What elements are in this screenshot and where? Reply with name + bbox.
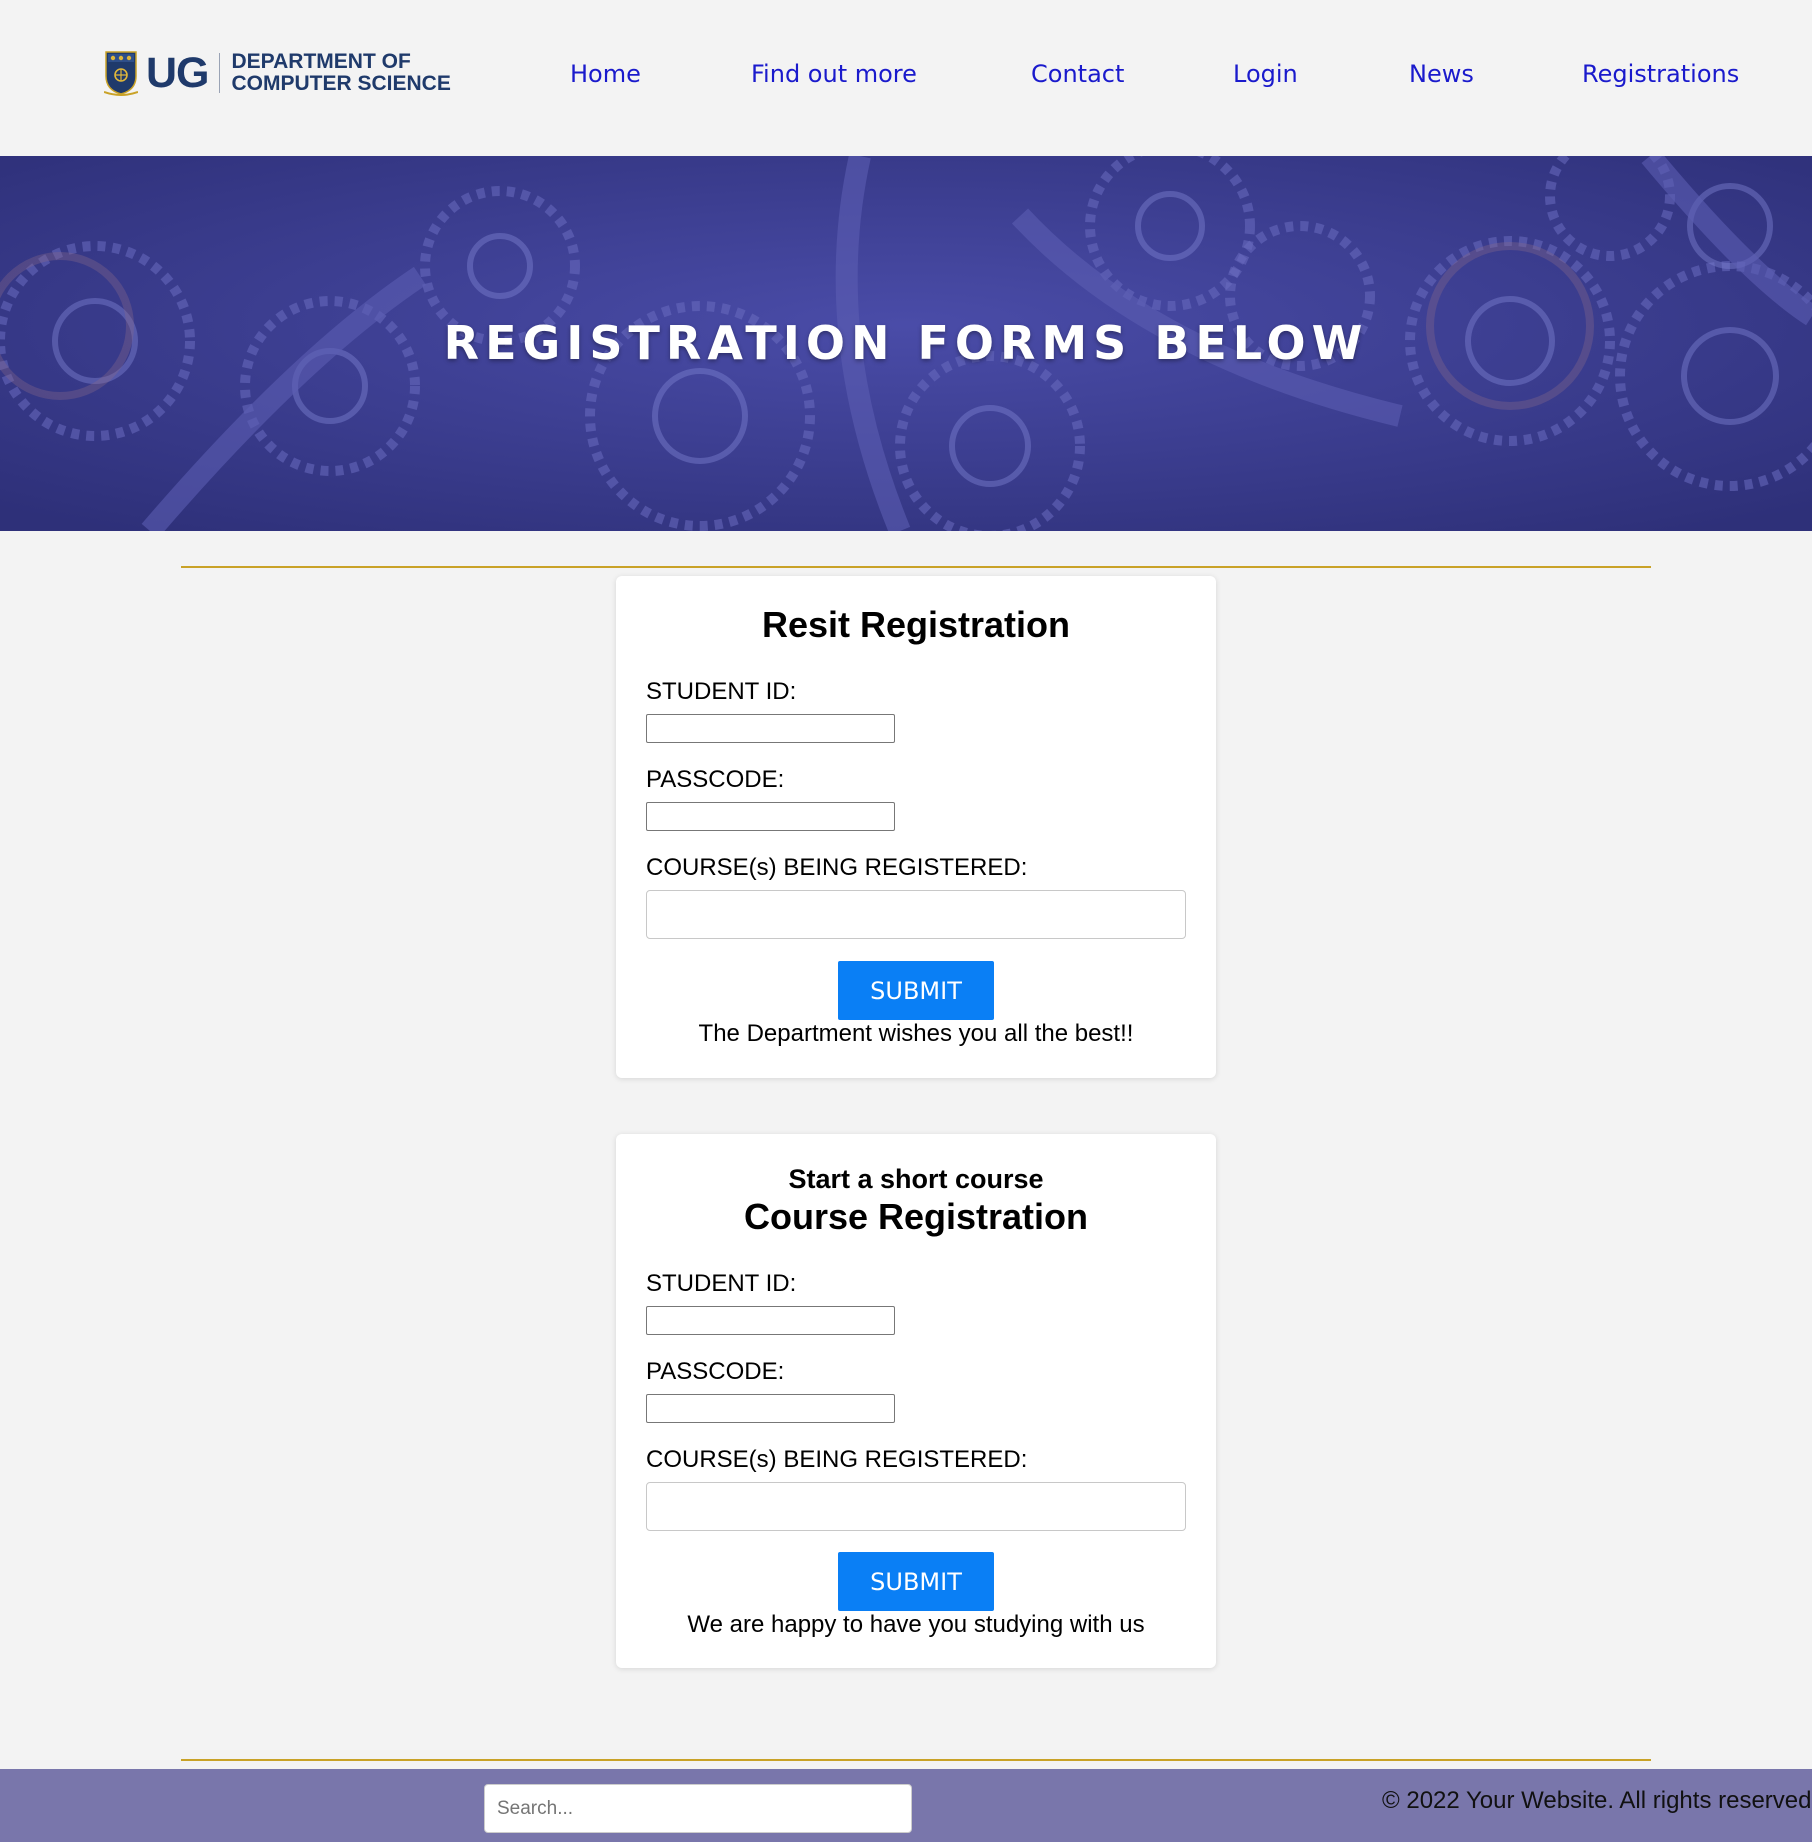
- resit-form-note: The Department wishes you all the best!!: [698, 1020, 1134, 1047]
- logo-line-1: DEPARTMENT OF: [231, 50, 411, 73]
- course-form-title: Course Registration: [743, 1196, 1089, 1237]
- site-header: UG DEPARTMENT OF COMPUTER SCIENCE Home F…: [0, 0, 1812, 156]
- logo-line-2: COMPUTER SCIENCE: [231, 72, 451, 95]
- course-student-id-input[interactable]: [646, 1306, 895, 1335]
- resit-registration-form: Resit Registration STUDENT ID: PASSCODE:…: [616, 576, 1216, 1078]
- hero-title: REGISTRATION FORMS BELOW: [443, 316, 1369, 370]
- resit-courses-label: COURSE(s) BEING REGISTERED:: [646, 854, 1028, 881]
- course-form-note: We are happy to have you studying with u…: [687, 1611, 1145, 1638]
- nav-news[interactable]: News: [1409, 60, 1474, 88]
- nav-find-out-more[interactable]: Find out more: [751, 60, 917, 88]
- resit-student-id-label: STUDENT ID:: [646, 678, 797, 705]
- logo-text: DEPARTMENT OF COMPUTER SCIENCE: [232, 51, 451, 95]
- footer-search-input[interactable]: [484, 1784, 912, 1833]
- logo-mark: UG: [146, 48, 209, 97]
- course-student-id-label: STUDENT ID:: [646, 1270, 797, 1297]
- hero-banner: REGISTRATION FORMS BELOW: [0, 156, 1812, 531]
- resit-form-title: Resit Registration: [761, 604, 1071, 645]
- nav-login[interactable]: Login: [1233, 60, 1298, 88]
- course-form-subtitle: Start a short course: [788, 1164, 1044, 1194]
- course-registration-form: Start a short course Course Registration…: [616, 1134, 1216, 1668]
- course-submit-button[interactable]: SUBMIT: [838, 1552, 994, 1611]
- nav-contact[interactable]: Contact: [1031, 60, 1124, 88]
- department-logo[interactable]: UG DEPARTMENT OF COMPUTER SCIENCE: [104, 50, 451, 96]
- course-passcode-label: PASSCODE:: [646, 1358, 785, 1385]
- copyright-text: © 2022 Your Website. All rights reserved…: [1382, 1787, 1812, 1814]
- resit-student-id-input[interactable]: [646, 714, 895, 743]
- resit-passcode-input[interactable]: [646, 802, 895, 831]
- course-courses-label: COURSE(s) BEING REGISTERED:: [646, 1446, 1028, 1473]
- nav-home[interactable]: Home: [570, 60, 641, 88]
- course-courses-input[interactable]: [646, 1482, 1186, 1531]
- resit-submit-button[interactable]: SUBMIT: [838, 961, 994, 1020]
- resit-passcode-label: PASSCODE:: [646, 766, 785, 793]
- nav-registrations[interactable]: Registrations: [1582, 60, 1739, 88]
- site-footer: © 2022 Your Website. All rights reserved…: [0, 1769, 1812, 1842]
- gold-divider-bottom: [181, 1759, 1651, 1761]
- resit-courses-input[interactable]: [646, 890, 1186, 939]
- logo-divider: [218, 53, 220, 93]
- course-passcode-input[interactable]: [646, 1394, 895, 1423]
- gold-divider-top: [181, 566, 1651, 568]
- university-crest-icon: [104, 50, 138, 96]
